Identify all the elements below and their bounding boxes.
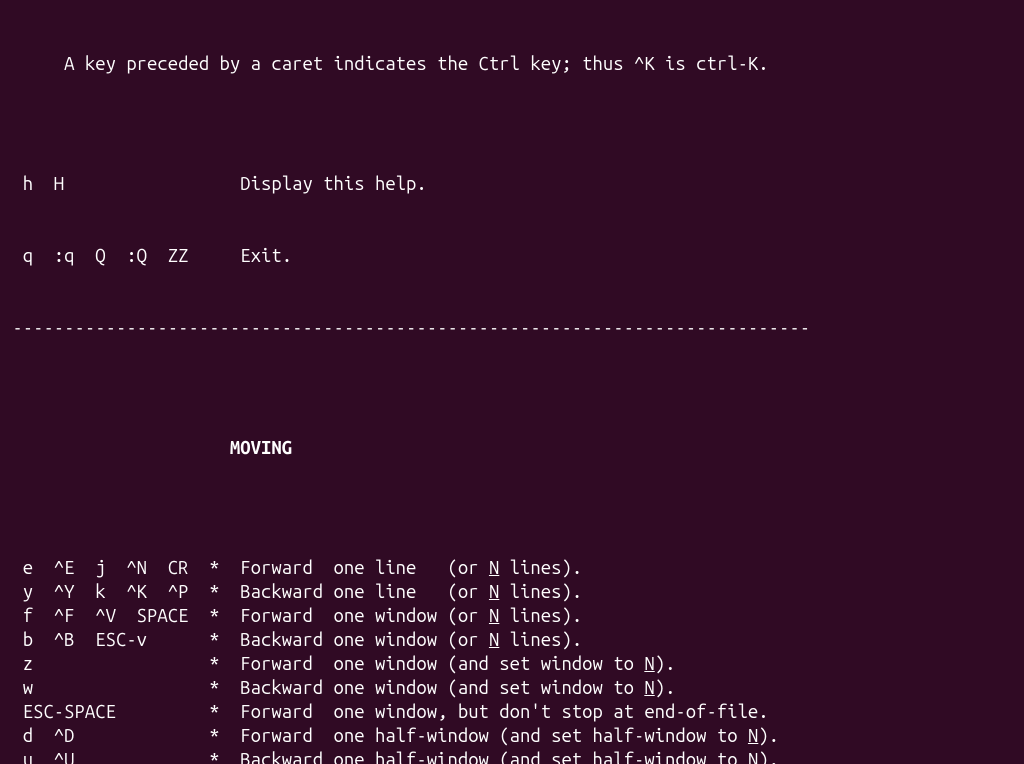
terminal-viewport[interactable]: A key preceded by a caret indicates the …: [0, 0, 1024, 764]
blank-line: [0, 364, 1024, 388]
variable-n: N: [489, 558, 499, 578]
description-pre: Backward one window (or: [240, 630, 489, 650]
moving-heading-line: MOVING: [0, 436, 1024, 460]
key-bindings: e ^E j ^N CR *: [2, 558, 240, 578]
description-pre: Backward one half-window (and set half-w…: [240, 750, 748, 764]
variable-n: N: [644, 654, 654, 674]
key-bindings: ESC-SPACE *: [2, 702, 240, 722]
moving-row: d ^D * Forward one half-window (and set …: [0, 724, 1024, 748]
spacer: [64, 174, 240, 194]
description-pre: Backward one window (and set window to: [240, 678, 644, 698]
help-keys: h H: [2, 174, 64, 194]
intro-caret-note: A key preceded by a caret indicates the …: [0, 52, 1024, 76]
description-pre: Forward one line (or: [240, 558, 489, 578]
quit-desc: Exit.: [240, 246, 292, 266]
blank-line: [0, 484, 1024, 508]
moving-row: y ^Y k ^K ^P * Backward one line (or N l…: [0, 580, 1024, 604]
description-post: ).: [655, 678, 676, 698]
key-bindings: w *: [2, 678, 240, 698]
description-pre: Backward one line (or: [240, 582, 489, 602]
moving-heading: MOVING: [230, 438, 292, 458]
key-bindings: d ^D *: [2, 726, 240, 746]
heading-indent: [2, 438, 230, 458]
moving-row: u ^U * Backward one half-window (and set…: [0, 748, 1024, 764]
help-line: h H Display this help.: [0, 172, 1024, 196]
quit-keys: q :q Q :Q ZZ: [2, 246, 188, 266]
moving-row: e ^E j ^N CR * Forward one line (or N li…: [0, 556, 1024, 580]
key-bindings: z *: [2, 654, 240, 674]
spacer: [188, 246, 240, 266]
description-post: lines).: [499, 606, 582, 626]
description-post: ).: [758, 726, 779, 746]
description-post: lines).: [499, 582, 582, 602]
key-bindings: u ^U *: [2, 750, 240, 764]
moving-row: w * Backward one window (and set window …: [0, 676, 1024, 700]
variable-n: N: [644, 678, 654, 698]
description-pre: Forward one window (and set window to: [240, 654, 644, 674]
description-post: lines).: [499, 558, 582, 578]
key-bindings: y ^Y k ^K ^P *: [2, 582, 240, 602]
variable-n: N: [748, 750, 758, 764]
moving-rows: e ^E j ^N CR * Forward one line (or N li…: [0, 556, 1024, 764]
blank-line: [0, 100, 1024, 124]
description-pre: Forward one half-window (and set half-wi…: [240, 726, 748, 746]
variable-n: N: [489, 606, 499, 626]
section-rule: ----------------------------------------…: [0, 316, 1024, 340]
help-desc: Display this help.: [240, 174, 426, 194]
moving-row: f ^F ^V SPACE * Forward one window (or N…: [0, 604, 1024, 628]
description-pre: Forward one window, but don't stop at en…: [240, 702, 768, 722]
variable-n: N: [489, 582, 499, 602]
description-post: lines).: [499, 630, 582, 650]
key-bindings: b ^B ESC-v *: [2, 630, 240, 650]
description-post: ).: [758, 750, 779, 764]
moving-row: ESC-SPACE * Forward one window, but don'…: [0, 700, 1024, 724]
moving-row: z * Forward one window (and set window t…: [0, 652, 1024, 676]
variable-n: N: [489, 630, 499, 650]
quit-line: q :q Q :Q ZZ Exit.: [0, 244, 1024, 268]
variable-n: N: [748, 726, 758, 746]
moving-row: b ^B ESC-v * Backward one window (or N l…: [0, 628, 1024, 652]
key-bindings: f ^F ^V SPACE *: [2, 606, 240, 626]
description-post: ).: [655, 654, 676, 674]
description-pre: Forward one window (or: [240, 606, 489, 626]
